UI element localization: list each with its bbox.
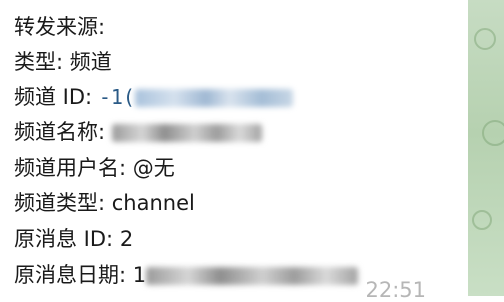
line-original-message-id: 原消息 ID: 2	[14, 224, 133, 254]
original-message-id-label: 原消息 ID:	[14, 227, 114, 251]
line-channel-name: 频道名称:	[14, 117, 262, 147]
message-bubble[interactable]: 转发来源: 类型: 频道 频道 ID: -1( 频道名称: 频道用户名: @无 …	[0, 0, 468, 302]
channel-id-value: -1(	[98, 85, 135, 109]
channel-username-label: 频道用户名:	[14, 156, 127, 180]
original-message-id-value: 2	[119, 227, 134, 251]
channel-type-value: channel	[111, 191, 195, 215]
line-channel-type: 频道类型: channel	[14, 188, 195, 218]
type-label: 类型:	[14, 50, 64, 74]
original-message-date-label: 原消息日期:	[14, 263, 127, 287]
wallpaper-doodle	[482, 120, 504, 146]
original-message-date-value: 1	[132, 263, 147, 287]
line-channel-username: 频道用户名: @无	[14, 153, 175, 183]
redacted-message-date	[146, 267, 359, 285]
type-value: 频道	[69, 50, 112, 74]
line-forward-source: 转发来源:	[14, 12, 105, 42]
forward-source-label: 转发来源:	[14, 15, 106, 39]
message-time: 22:51	[365, 278, 426, 302]
channel-username-value: @无	[132, 156, 175, 180]
redacted-channel-id	[134, 89, 293, 107]
redacted-channel-name	[111, 124, 262, 142]
chat-wallpaper	[468, 0, 504, 296]
channel-type-label: 频道类型:	[14, 191, 106, 215]
wallpaper-doodle	[474, 28, 496, 50]
line-type: 类型: 频道	[14, 47, 112, 77]
wallpaper-doodle	[472, 210, 492, 230]
line-original-message-date: 原消息日期: 1	[14, 260, 359, 290]
line-channel-id: 频道 ID: -1(	[14, 82, 293, 112]
channel-name-label: 频道名称:	[14, 120, 106, 144]
channel-id-label: 频道 ID:	[14, 85, 93, 109]
